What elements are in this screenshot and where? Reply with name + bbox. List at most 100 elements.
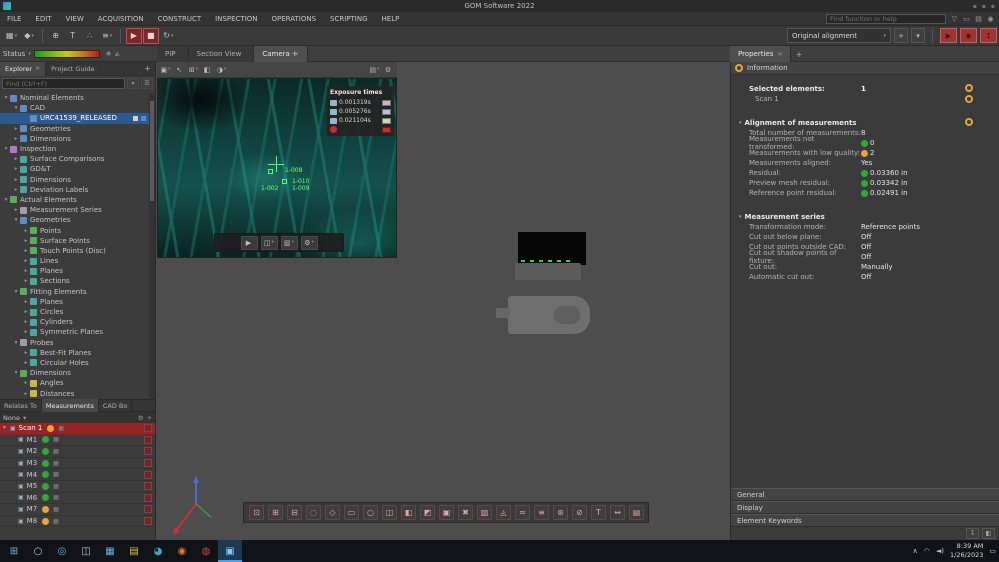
deselect-icon[interactable]: ⊟ xyxy=(287,505,302,520)
section-status-icon[interactable] xyxy=(965,118,973,126)
tree-item[interactable]: Probes xyxy=(0,338,149,348)
viewport-tab[interactable]: PIP xyxy=(157,46,189,62)
expander-icon[interactable] xyxy=(12,207,20,213)
tree-item[interactable]: Touch Points (Disc) xyxy=(0,246,149,256)
remove-button[interactable] xyxy=(144,493,152,502)
menu-item[interactable]: CONSTRUCT xyxy=(151,12,209,26)
tree-item[interactable]: Inspection xyxy=(0,144,149,154)
browser-button[interactable]: ◍ xyxy=(194,540,218,562)
new-element-button[interactable]: ⊕ xyxy=(48,28,64,44)
element-status-icon[interactable] xyxy=(965,84,973,92)
on-surface-select-icon[interactable]: ◧ xyxy=(401,505,416,520)
tab-project-guide[interactable]: Project Guide xyxy=(46,62,101,76)
clear-selection-icon[interactable]: ✖ xyxy=(458,505,473,520)
acquisition-snapshot-button[interactable]: ◉ xyxy=(960,28,977,43)
tree-item[interactable]: URC41539_RELEASED xyxy=(0,113,149,124)
expander-icon[interactable] xyxy=(22,258,30,264)
menu-item[interactable]: FILE xyxy=(0,12,28,26)
add-explorer-tab-button[interactable]: + xyxy=(140,62,155,77)
tree-item[interactable]: Distances xyxy=(0,388,149,398)
expander-icon[interactable] xyxy=(12,105,20,111)
expander-icon[interactable] xyxy=(12,370,20,376)
tree-menu-button[interactable]: ☰ xyxy=(141,78,153,89)
gear-icon[interactable]: ⚙ xyxy=(138,414,144,422)
invert-selection-icon[interactable]: ◩ xyxy=(420,505,435,520)
add-alignment-button[interactable]: + xyxy=(894,28,908,43)
menu-item[interactable]: INSPECTION xyxy=(208,12,264,26)
measurement-row[interactable]: ▾ ▣ Scan 1 ▦ xyxy=(0,423,155,435)
tree-item[interactable]: Sections xyxy=(0,276,149,286)
expander-icon[interactable] xyxy=(12,217,20,223)
point-cloud-button[interactable]: ∴ xyxy=(82,28,98,44)
menu-item[interactable]: OPERATIONS xyxy=(265,12,324,26)
function-search-input[interactable] xyxy=(826,13,946,24)
selection-mode-button[interactable]: ⊞ ▾ xyxy=(187,63,200,76)
selected-item-row[interactable]: Scan 1 xyxy=(731,94,999,104)
tree-item[interactable]: Dimensions xyxy=(0,368,149,378)
add-properties-tab-button[interactable]: + xyxy=(791,46,806,62)
widgets-button[interactable]: ▦ xyxy=(98,540,122,562)
circle-select-icon[interactable]: ○ xyxy=(363,505,378,520)
tree-item[interactable]: GD&T xyxy=(0,164,149,174)
expander-icon[interactable] xyxy=(22,248,30,254)
firefox-button[interactable]: ◉ xyxy=(170,540,194,562)
expander-icon[interactable] xyxy=(22,309,30,315)
edge-button[interactable]: ◕ xyxy=(146,540,170,562)
tree-item[interactable]: Surface Comparisons xyxy=(0,154,149,164)
add-viewport-tab-button[interactable]: + xyxy=(287,46,302,62)
measurement-row[interactable]: ▣ M6 ▦ xyxy=(0,493,155,505)
panel-layout-button[interactable]: ◧ xyxy=(982,528,995,539)
tree-item[interactable]: Surface Points xyxy=(0,236,149,246)
printer-icon[interactable]: ▤ xyxy=(973,13,984,24)
expander-icon[interactable] xyxy=(22,319,30,325)
tree-item[interactable]: Cylinders xyxy=(0,317,149,327)
shading-button[interactable]: ◑ ▾ xyxy=(215,63,228,76)
notifications-icon[interactable]: ◉ xyxy=(985,13,996,24)
expander-icon[interactable] xyxy=(22,380,30,386)
clipping-button[interactable]: ◧ xyxy=(201,63,214,76)
expander-icon[interactable] xyxy=(12,126,20,132)
cursor-button[interactable]: ↖ xyxy=(173,63,186,76)
measure-tool-icon[interactable]: ↔ xyxy=(610,505,625,520)
menu-item[interactable]: EDIT xyxy=(28,12,58,26)
collapsed-section-bar[interactable]: Display xyxy=(731,501,999,514)
tree-item[interactable]: Actual Elements xyxy=(0,195,149,205)
expander-icon[interactable] xyxy=(12,136,20,142)
tree-item[interactable]: Nominal Elements xyxy=(0,93,149,103)
lasso-select-icon[interactable]: ◌ xyxy=(306,505,321,520)
menu-item[interactable]: SCRIPTING xyxy=(323,12,374,26)
expander-icon[interactable] xyxy=(22,391,30,397)
tree-item[interactable]: Circular Holes xyxy=(0,358,149,368)
camera-view-button[interactable]: ▤ ▾ xyxy=(368,63,381,76)
tab-properties[interactable]: Properties ✕ xyxy=(730,46,792,62)
expander-icon[interactable] xyxy=(12,166,20,172)
expander-icon[interactable] xyxy=(12,289,20,295)
acquisition-start-button[interactable]: ▶ xyxy=(940,28,957,43)
expander-icon[interactable] xyxy=(12,177,20,183)
tree-scrollbar[interactable] xyxy=(149,93,155,399)
expander-icon[interactable] xyxy=(12,187,20,193)
view-mode-button[interactable]: ▣ ▾ xyxy=(159,63,172,76)
element-status-icon[interactable] xyxy=(965,95,973,103)
label-tool-icon[interactable]: T xyxy=(591,505,606,520)
fill-holes-icon[interactable]: ◬ xyxy=(496,505,511,520)
scrollbar-thumb[interactable] xyxy=(150,101,154,201)
expander-icon[interactable] xyxy=(22,278,30,284)
measurement-series-section-header[interactable]: ▾ Measurement series xyxy=(731,211,999,222)
remove-button[interactable] xyxy=(144,435,152,444)
taskbar-clock[interactable]: 8:39 AM 1/26/2023 xyxy=(950,542,983,560)
gom-app-button[interactable]: ▣ xyxy=(218,540,242,562)
window-layout-button[interactable]: ▦ ▾ xyxy=(3,28,20,44)
select-points-icon[interactable]: ⊡ xyxy=(249,505,264,520)
scan-start-button[interactable]: ▶ xyxy=(126,27,143,44)
remove-button[interactable] xyxy=(144,482,152,491)
scan-stop-button[interactable]: ■ xyxy=(143,27,160,44)
expander-icon[interactable] xyxy=(22,238,30,244)
notification-center-icon[interactable]: ▭ xyxy=(989,547,996,555)
element-search-input[interactable] xyxy=(2,78,125,89)
collapsed-section-bar[interactable]: General xyxy=(731,488,999,501)
close-icon[interactable]: ✕ xyxy=(777,51,782,58)
expander-icon[interactable] xyxy=(2,146,10,152)
volume-icon[interactable]: ◄) xyxy=(936,547,944,555)
menu-item[interactable]: ACQUISITION xyxy=(91,12,151,26)
